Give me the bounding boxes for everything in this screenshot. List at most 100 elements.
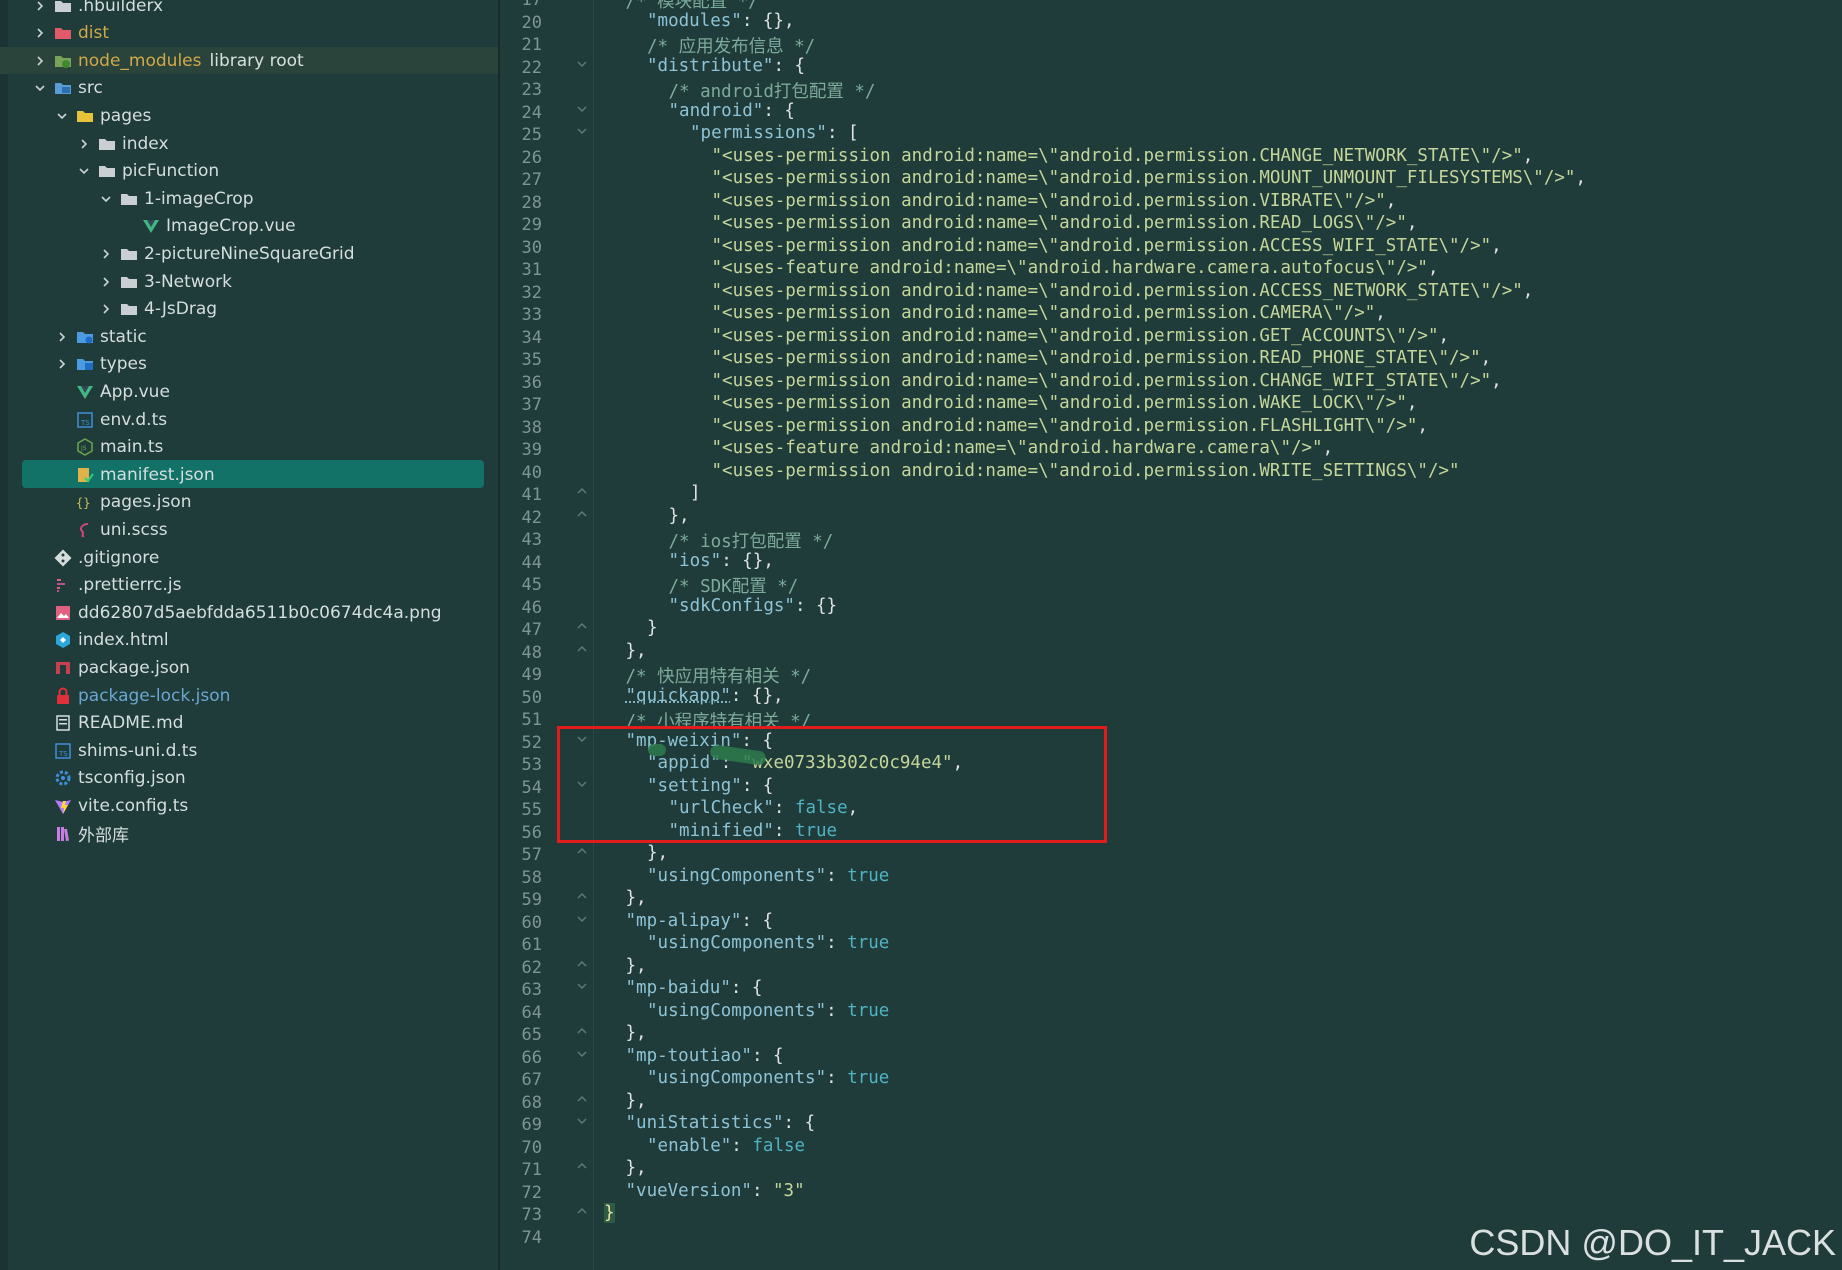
tree-item[interactable]: README.md <box>0 710 498 737</box>
chevron-right-icon[interactable] <box>98 301 114 317</box>
code-line[interactable]: 71}, <box>500 1158 1842 1180</box>
tree-item[interactable]: package-lock.json <box>0 682 498 709</box>
code-line[interactable]: 31 "<uses-feature android:name=\"android.… <box>500 258 1842 280</box>
tree-item[interactable]: index <box>0 130 498 157</box>
chevron-right-icon[interactable] <box>32 53 48 69</box>
code-line[interactable]: 46 "sdkConfigs": {} <box>500 596 1842 618</box>
chevron-right-icon[interactable] <box>54 329 70 345</box>
code-line[interactable]: 32 "<uses-permission android:name=\"andro… <box>500 281 1842 303</box>
fold-open-icon[interactable] <box>576 1115 590 1129</box>
code-line[interactable]: 17/* 模块配置 */ <box>500 0 1842 12</box>
fold-open-icon[interactable] <box>576 103 590 117</box>
tree-item[interactable]: pages <box>0 102 498 129</box>
code-line[interactable]: 58 "usingComponents": true <box>500 866 1842 888</box>
code-line[interactable]: 24 "android": { <box>500 101 1842 123</box>
code-line[interactable]: 59}, <box>500 888 1842 910</box>
code-line[interactable]: 69 "uniStatistics": { <box>500 1113 1842 1135</box>
chevron-down-icon[interactable] <box>54 108 70 124</box>
code-line[interactable]: 38 "<uses-permission android:name=\"andro… <box>500 416 1842 438</box>
code-line[interactable]: 63 "mp-baidu": { <box>500 978 1842 1000</box>
code-line[interactable]: 50 "quickapp": {}, <box>500 686 1842 708</box>
code-line[interactable]: 25 "permissions": [ <box>500 123 1842 145</box>
chevron-right-icon[interactable] <box>54 356 70 372</box>
code-editor[interactable]: 17/* 模块配置 */20 "modules": {}, 21 /* 应用发布信息 … <box>500 0 1842 1270</box>
code-line[interactable]: 61 "usingComponents": true <box>500 933 1842 955</box>
code-line[interactable]: 30 "<uses-permission android:name=\"andro… <box>500 236 1842 258</box>
code-line[interactable]: 20 "modules": {}, <box>500 11 1842 33</box>
tree-item[interactable]: index.html <box>0 627 498 654</box>
code-line[interactable]: 40 "<uses-permission android:name=\"andro… <box>500 461 1842 483</box>
fold-close-icon[interactable] <box>576 508 590 522</box>
fold-open-icon[interactable] <box>576 58 590 72</box>
tree-item[interactable]: .gitignore <box>0 544 498 571</box>
tree-item[interactable]: ImageCrop.vue <box>0 213 498 240</box>
code-line[interactable]: 28 "<uses-permission android:name=\"andro… <box>500 191 1842 213</box>
tree-item[interactable]: .hbuilderx <box>0 0 498 19</box>
code-line[interactable]: 45 /* SDK配置 */ <box>500 573 1842 597</box>
code-line[interactable]: 44 "ios": {}, <box>500 551 1842 573</box>
code-line[interactable]: 47} <box>500 618 1842 640</box>
tree-item[interactable]: dd62807d5aebfdda6511b0c0674dc4a.png <box>0 599 498 626</box>
tree-item[interactable]: TS shims-uni.d.ts <box>0 737 498 764</box>
chevron-right-icon[interactable] <box>32 0 48 14</box>
fold-close-icon[interactable] <box>576 485 590 499</box>
code-line[interactable]: 64 "usingComponents": true <box>500 1001 1842 1023</box>
code-line[interactable]: 27 "<uses-permission android:name=\"andro… <box>500 168 1842 190</box>
fold-close-icon[interactable] <box>576 1205 590 1219</box>
code-line[interactable]: 70 "enable": false <box>500 1136 1842 1158</box>
code-line[interactable]: 29 "<uses-permission android:name=\"andro… <box>500 213 1842 235</box>
tree-item[interactable]: types <box>0 351 498 378</box>
chevron-right-icon[interactable] <box>98 246 114 262</box>
code-line[interactable]: 21 /* 应用发布信息 */ <box>500 33 1842 57</box>
fold-open-icon[interactable] <box>576 913 590 927</box>
tree-item[interactable]: 1-imageCrop <box>0 185 498 212</box>
code-line[interactable]: 65}, <box>500 1023 1842 1045</box>
tree-item[interactable]: JS main.ts <box>0 434 498 461</box>
tree-item[interactable]: node_modules library root <box>0 47 498 75</box>
tree-item[interactable]: 外部库 <box>0 820 498 847</box>
code-line[interactable]: 66 "mp-toutiao": { <box>500 1046 1842 1068</box>
tree-item[interactable]: {} pages.json <box>0 489 498 516</box>
code-line[interactable]: 39 "<uses-feature android:name=\"android.… <box>500 438 1842 460</box>
tree-item[interactable]: src <box>0 75 498 102</box>
tree-item[interactable]: TS env.d.ts <box>0 406 498 433</box>
code-line[interactable]: 42}, <box>500 506 1842 528</box>
tree-item[interactable]: tsconfig.json <box>0 765 498 792</box>
chevron-right-icon[interactable] <box>98 274 114 290</box>
tree-item[interactable]: dist <box>0 20 498 47</box>
code-line[interactable]: 33 "<uses-permission android:name=\"andro… <box>500 303 1842 325</box>
tree-item[interactable]: static <box>0 323 498 350</box>
fold-close-icon[interactable] <box>576 845 590 859</box>
tree-item[interactable]: App.vue <box>0 378 498 405</box>
tree-item[interactable]: manifest.json <box>0 460 498 489</box>
chevron-down-icon[interactable] <box>98 191 114 207</box>
chevron-down-icon[interactable] <box>32 80 48 96</box>
tree-item[interactable]: .prettierrc.js <box>0 572 498 599</box>
code-line[interactable]: 41] <box>500 483 1842 505</box>
code-line[interactable]: 36 "<uses-permission android:name=\"andro… <box>500 371 1842 393</box>
code-line[interactable]: 35 "<uses-permission android:name=\"andro… <box>500 348 1842 370</box>
code-line[interactable]: 57}, <box>500 843 1842 865</box>
code-line[interactable]: 37 "<uses-permission android:name=\"andro… <box>500 393 1842 415</box>
fold-open-icon[interactable] <box>576 1048 590 1062</box>
code-line[interactable]: 72 "vueVersion": "3" <box>500 1181 1842 1203</box>
fold-close-icon[interactable] <box>576 1160 590 1174</box>
chevron-down-icon[interactable] <box>76 163 92 179</box>
code-line[interactable]: 49 /* 快应用特有相关 */ <box>500 663 1842 687</box>
code-line[interactable]: 23 /* android打包配置 */ <box>500 78 1842 102</box>
fold-close-icon[interactable] <box>576 643 590 657</box>
tree-item[interactable]: 2-pictureNineSquareGrid <box>0 240 498 267</box>
tree-item[interactable]: uni.scss <box>0 516 498 543</box>
fold-close-icon[interactable] <box>576 890 590 904</box>
chevron-right-icon[interactable] <box>76 136 92 152</box>
fold-open-icon[interactable] <box>576 125 590 139</box>
code-line[interactable]: 60 "mp-alipay": { <box>500 911 1842 933</box>
tree-item[interactable]: picFunction <box>0 158 498 185</box>
tree-item[interactable]: 4-JsDrag <box>0 296 498 323</box>
tree-item[interactable]: 3-Network <box>0 268 498 295</box>
code-line[interactable]: 22 "distribute": { <box>500 56 1842 78</box>
code-line[interactable]: 43 /* ios打包配置 */ <box>500 528 1842 552</box>
tree-item[interactable]: vite.config.ts <box>0 792 498 819</box>
code-line[interactable]: 67 "usingComponents": true <box>500 1068 1842 1090</box>
fold-close-icon[interactable] <box>576 1025 590 1039</box>
